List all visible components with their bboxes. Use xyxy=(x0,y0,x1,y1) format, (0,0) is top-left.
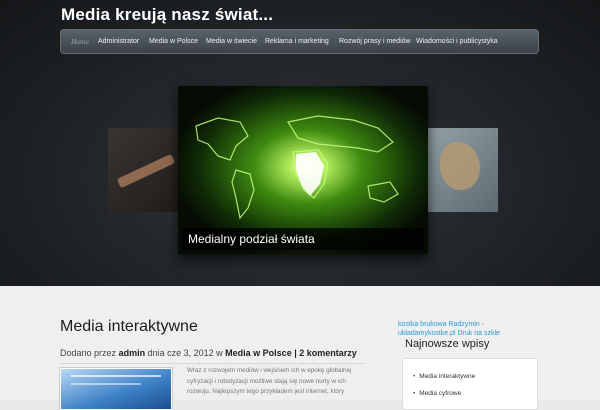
slide-caption: Medialny podział świata xyxy=(182,228,424,250)
map-image xyxy=(440,142,480,190)
post-title[interactable]: Media interaktywne xyxy=(60,318,198,336)
meta-separator: | xyxy=(294,348,297,358)
sponsored-link[interactable]: kostka brukowa Radzymin - układamykostke… xyxy=(398,320,508,338)
divider xyxy=(60,363,365,364)
nav-administrator[interactable]: Administrator xyxy=(98,30,139,53)
recent-posts-widget: Media interaktywne Media cyfrowe xyxy=(402,358,538,410)
meta-category[interactable]: Media w Polsce xyxy=(225,348,292,358)
nav-media-w-polsce[interactable]: Media w Polsce xyxy=(149,30,198,53)
meta-prefix: Dodano przez xyxy=(60,348,117,358)
main-navigation: Home Administrator Media w Polsce Media … xyxy=(60,29,539,54)
recent-post-link[interactable]: Media interaktywne xyxy=(413,373,475,380)
nav-reklama-i-marketing[interactable]: Reklama i marketing xyxy=(265,30,329,53)
post-excerpt: Wraz z rozwojem mediów i wejściem ich w … xyxy=(187,366,367,398)
excerpt-line: rozwoju. Najlepszym tego przykładem jest… xyxy=(187,388,345,396)
slide-thumbnail-right[interactable] xyxy=(424,128,498,212)
featured-slide[interactable]: Medialny podział świata xyxy=(178,86,428,254)
meta-comments[interactable]: 2 komentarzy xyxy=(299,348,357,358)
slide-thumbnail-left[interactable] xyxy=(108,128,180,212)
post-meta: Dodano przez admin dnia cze 3, 2012 w Me… xyxy=(60,348,357,358)
meta-date: dnia cze 3, 2012 w xyxy=(147,348,223,358)
site-title[interactable]: Media kreują nasz świat... xyxy=(61,5,273,25)
nav-rozwoj-prasy[interactable]: Rozwój prasy i mediów xyxy=(339,30,411,53)
nav-home[interactable]: Home xyxy=(66,30,94,53)
nav-media-w-swiecie[interactable]: Media w świecie xyxy=(206,30,257,53)
excerpt-line: Wraz z rozwojem mediów i wejściem ich w … xyxy=(187,367,352,374)
widget-title: Najnowsze wpisy xyxy=(405,338,490,350)
excerpt-line: cyfryzacji i robotyzacji możliwe stają s… xyxy=(187,377,346,385)
recent-post-link[interactable]: Media cyfrowe xyxy=(413,390,461,397)
meta-author[interactable]: admin xyxy=(119,348,146,358)
post-thumbnail[interactable] xyxy=(60,368,172,410)
gavel-image xyxy=(116,153,176,189)
nav-wiadomosci[interactable]: Wiadomości i publicystyka xyxy=(416,30,498,53)
header-area: Media kreują nasz świat... Home Administ… xyxy=(0,0,600,286)
slide-caption-text[interactable]: Medialny podział świata xyxy=(188,232,315,246)
